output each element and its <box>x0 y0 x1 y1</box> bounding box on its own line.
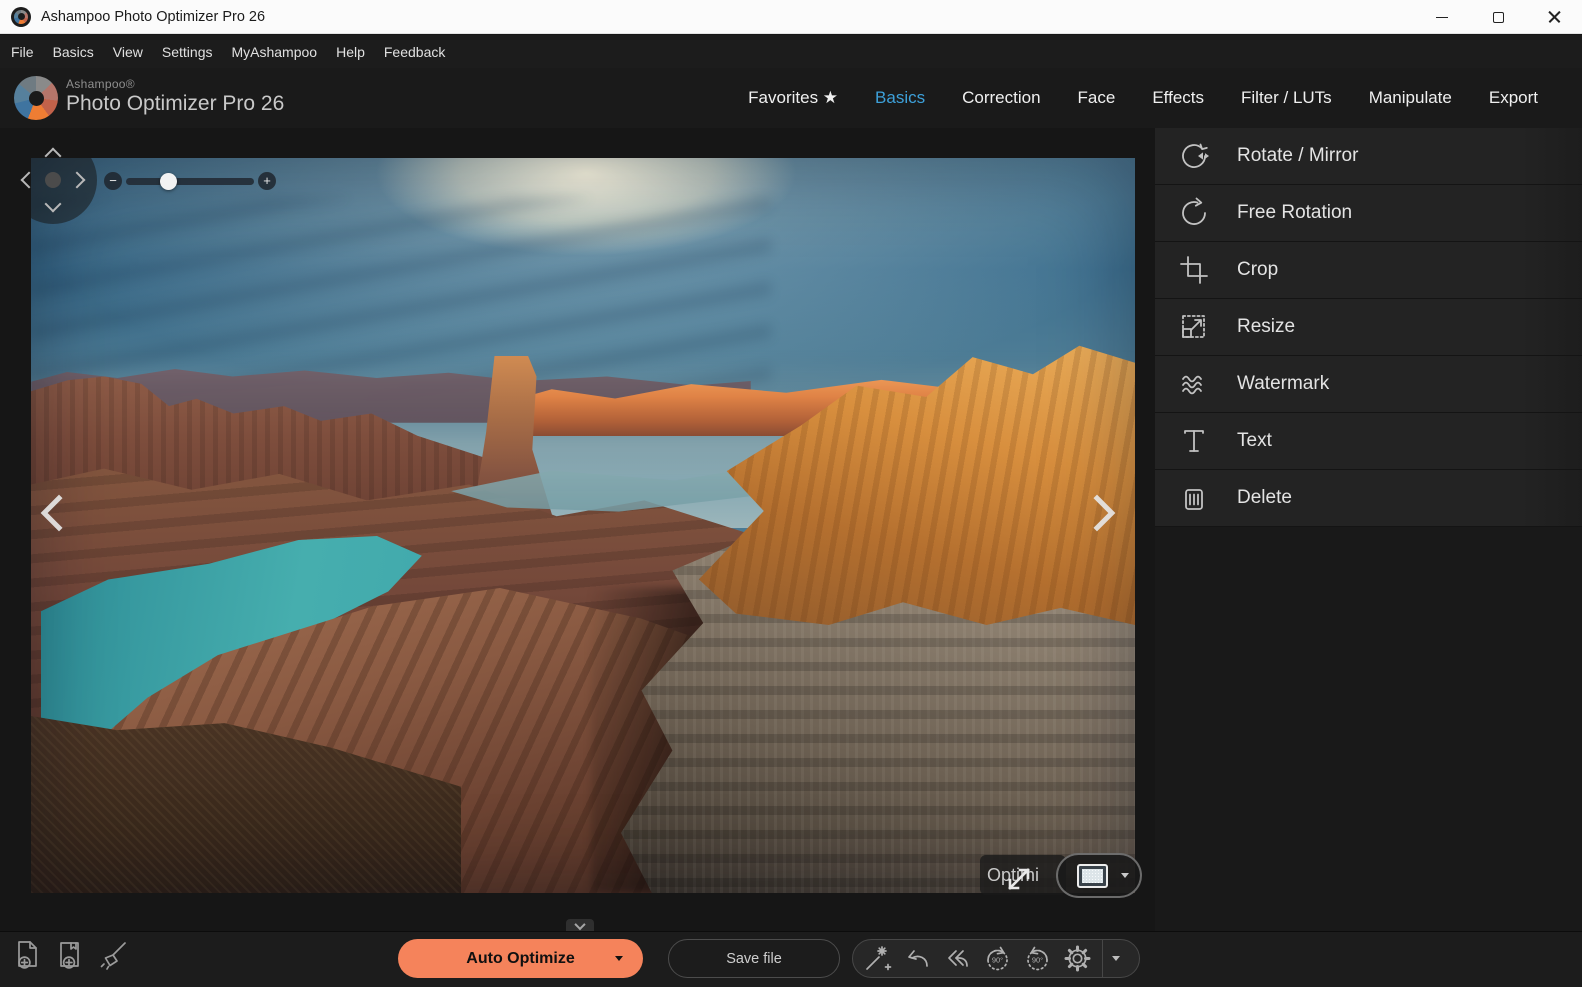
resize-icon <box>1177 310 1211 344</box>
sidebar-item-text[interactable]: Text <box>1155 413 1582 470</box>
tab-correction[interactable]: Correction <box>962 88 1040 108</box>
pan-right-icon[interactable] <box>69 172 86 189</box>
menu-file[interactable]: File <box>11 44 34 60</box>
minimize-button[interactable] <box>1414 0 1470 34</box>
next-image-button[interactable] <box>1084 498 1118 532</box>
close-icon <box>1548 11 1561 24</box>
svg-text:90°: 90° <box>1032 956 1043 965</box>
menu-myashampoo[interactable]: MyAshampoo <box>231 44 317 60</box>
maximize-button[interactable] <box>1470 0 1526 34</box>
menu-settings[interactable]: Settings <box>162 44 213 60</box>
clean-broom-icon <box>94 936 132 974</box>
chevron-down-icon <box>574 918 585 929</box>
window-title: Ashampoo Photo Optimizer Pro 26 <box>41 9 265 25</box>
quick-actions-group: 90° 90° <box>852 939 1140 978</box>
sidebar-item-label: Rotate / Mirror <box>1237 145 1358 167</box>
sidebar-item-resize[interactable]: Resize <box>1155 299 1582 356</box>
menu-basics[interactable]: Basics <box>53 44 94 60</box>
text-icon <box>1177 424 1211 458</box>
quick-actions-dropdown[interactable] <box>1103 939 1129 978</box>
rotate-right-90-icon[interactable]: 90° <box>1022 943 1053 974</box>
magic-wand-icon[interactable] <box>862 943 893 974</box>
pan-control[interactable] <box>9 136 97 224</box>
main-nav: Favorites ★ Basics Correction Face Effec… <box>748 68 1538 128</box>
zoom-out-button[interactable]: − <box>104 172 122 190</box>
rotate-mirror-icon <box>1177 139 1211 173</box>
tab-manipulate[interactable]: Manipulate <box>1369 88 1452 108</box>
photo-vignette <box>31 158 1135 893</box>
titlebar: Ashampoo Photo Optimizer Pro 26 <box>0 0 1582 34</box>
tools-sidebar: Rotate / Mirror Free Rotation Crop Res <box>1155 128 1582 987</box>
pan-center-dot <box>45 172 61 188</box>
sidebar-item-label: Delete <box>1237 487 1292 509</box>
close-button[interactable] <box>1526 0 1582 34</box>
save-file-label: Save file <box>726 951 782 967</box>
zoom-slider-thumb[interactable] <box>160 173 177 190</box>
undo-all-icon[interactable] <box>942 943 973 974</box>
auto-optimize-label: Auto Optimize <box>466 950 574 968</box>
pan-up-icon[interactable] <box>45 148 62 165</box>
auto-optimize-button[interactable]: Auto Optimize <box>398 939 643 978</box>
view-mode-button[interactable] <box>1056 853 1142 898</box>
tab-basics[interactable]: Basics <box>875 88 925 108</box>
zoom-in-button[interactable]: + <box>258 172 276 190</box>
menu-view[interactable]: View <box>113 44 143 60</box>
auto-optimize-caret-icon[interactable] <box>615 956 623 961</box>
add-file-icon <box>10 936 48 974</box>
settings-gear-icon[interactable] <box>1062 943 1093 974</box>
save-file-button[interactable]: Save file <box>668 939 840 978</box>
caret-down-icon <box>1112 956 1120 961</box>
menu-bar: File Basics View Settings MyAshampoo Hel… <box>0 35 1582 68</box>
brand-block: Ashampoo® Photo Optimizer Pro 26 <box>66 77 284 116</box>
undo-icon[interactable] <box>902 943 933 974</box>
screen-icon <box>1077 864 1108 888</box>
product-name: Photo Optimizer Pro 26 <box>66 92 284 116</box>
zoom-slider-track[interactable] <box>126 178 254 185</box>
pan-left-icon[interactable] <box>21 172 38 189</box>
sidebar-item-label: Text <box>1237 430 1272 452</box>
pan-down-icon[interactable] <box>45 196 62 213</box>
svg-text:90°: 90° <box>992 956 1003 965</box>
rotate-left-90-icon[interactable]: 90° <box>982 943 1013 974</box>
sidebar-item-watermark[interactable]: Watermark <box>1155 356 1582 413</box>
add-folder-icon <box>52 936 90 974</box>
tab-effects[interactable]: Effects <box>1152 88 1204 108</box>
tab-face[interactable]: Face <box>1078 88 1116 108</box>
watermark-icon <box>1177 367 1211 401</box>
tab-filter-luts[interactable]: Filter / LUTs <box>1241 88 1332 108</box>
chevron-right-icon <box>1079 495 1116 532</box>
tab-favorites[interactable]: Favorites ★ <box>748 88 838 108</box>
sidebar-item-label: Watermark <box>1237 373 1329 395</box>
add-folder-button[interactable] <box>52 936 90 974</box>
fullscreen-expand-icon[interactable] <box>1002 862 1036 901</box>
bottom-toolbar: Auto Optimize Save file <box>0 931 1582 987</box>
maximize-icon <box>1493 12 1504 23</box>
header: Ashampoo® Photo Optimizer Pro 26 Favorit… <box>0 68 1582 128</box>
clean-list-button[interactable] <box>94 936 132 974</box>
menu-feedback[interactable]: Feedback <box>384 44 445 60</box>
crop-icon <box>1177 253 1211 287</box>
view-mode-caret-icon[interactable] <box>1121 873 1129 878</box>
app-logo-icon <box>11 7 31 27</box>
free-rotation-icon <box>1177 196 1211 230</box>
brand-name: Ashampoo® <box>66 77 284 91</box>
zoom-slider: − + <box>104 170 276 192</box>
sidebar-item-rotate-mirror[interactable]: Rotate / Mirror <box>1155 128 1582 185</box>
photo-canvas <box>31 158 1135 893</box>
delete-icon <box>1177 481 1211 515</box>
sidebar-item-delete[interactable]: Delete <box>1155 470 1582 527</box>
sidebar-item-label: Free Rotation <box>1237 202 1352 224</box>
add-file-button[interactable] <box>10 936 48 974</box>
sidebar-item-free-rotation[interactable]: Free Rotation <box>1155 185 1582 242</box>
tab-export[interactable]: Export <box>1489 88 1538 108</box>
brand-logo-icon <box>14 76 58 120</box>
app-window: Ashampoo Photo Optimizer Pro 26 File Bas… <box>0 0 1582 987</box>
menu-help[interactable]: Help <box>336 44 365 60</box>
sidebar-item-crop[interactable]: Crop <box>1155 242 1582 299</box>
chevron-left-icon <box>41 495 78 532</box>
minimize-icon <box>1436 17 1448 18</box>
previous-image-button[interactable] <box>40 498 74 532</box>
sidebar-item-label: Crop <box>1237 259 1278 281</box>
sidebar-item-label: Resize <box>1237 316 1295 338</box>
